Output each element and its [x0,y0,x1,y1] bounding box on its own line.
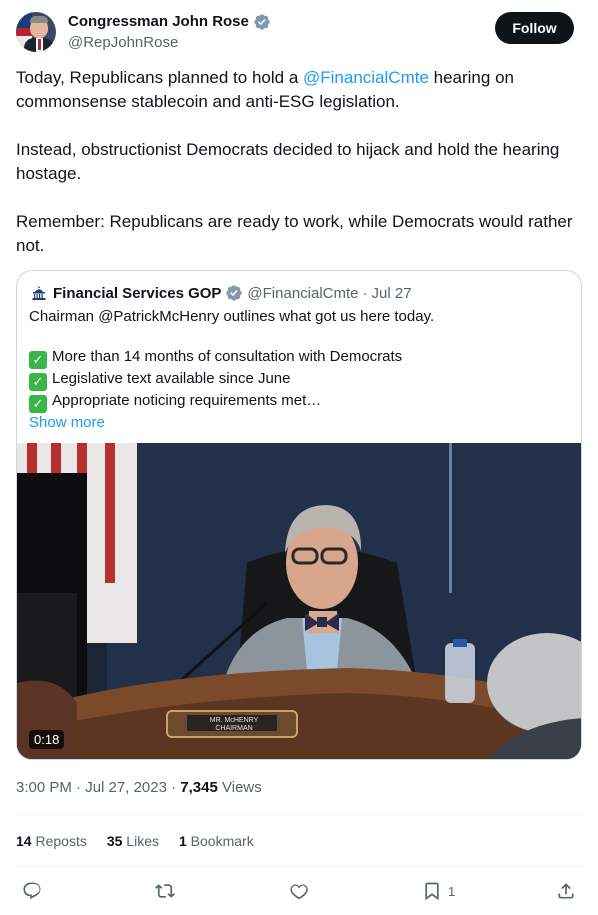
checklist-item-text: Legislative text available since June [52,370,291,387]
tweet-meta: 3:00 PM · Jul 27, 2023 · 7,345 Views [16,778,262,798]
tweet-paragraph-1: Today, Republicans planned to hold a @Fi… [16,66,586,114]
divider [16,814,582,815]
nameplate-name: MR. McHENRY [209,717,259,724]
nameplate-title: CHAIRMAN [215,725,253,732]
bookmark-count: 1 [448,883,456,899]
tweet-text: Today, Republicans planned to hold a @Fi… [16,66,586,258]
checklist-item-text: Appropriate noticing requirements met… [52,392,322,409]
engagement-stats: 14 Reposts 35 Likes 1 Bookmark [16,831,254,851]
tweet-date[interactable]: Jul 27, 2023 [85,779,167,796]
quoted-tweet-text: Chairman @PatrickMcHenry outlines what g… [29,307,569,433]
bookmark-button[interactable]: 1 [422,880,455,902]
reposts-label: Reposts [35,833,87,849]
quoted-line-1: Chairman @PatrickMcHenry outlines what g… [29,308,435,325]
like-button[interactable] [289,880,309,902]
capitol-icon [29,283,49,303]
bookmark-icon [425,882,439,901]
separator-dot: · [362,284,368,302]
tweet-paragraph-2: Instead, obstructionist Democrats decide… [16,140,560,183]
reply-icon [23,882,41,900]
action-bar: 1 [16,878,582,906]
reposts-stat[interactable]: 14 Reposts [16,831,87,851]
divider [16,866,582,867]
author-name-block: Congressman John Rose @RepJohnRose [68,12,271,53]
video-frame [17,443,581,759]
checklist-item: ✓ More than 14 months of consultation wit… [29,347,569,369]
likes-label: Likes [126,833,159,849]
checklist-item: ✓ Legislative text available since June [29,369,569,391]
bookmarks-stat[interactable]: 1 Bookmark [179,831,254,851]
reposts-count: 14 [16,833,32,849]
video-duration: 0:18 [29,730,65,749]
quoted-author-display-name[interactable]: Financial Services GOP [53,285,221,302]
check-mark-icon: ✓ [29,373,47,391]
share-icon [558,883,574,899]
quoted-author-handle[interactable]: @FinancialCmte [247,285,358,302]
check-mark-icon: ✓ [29,395,47,413]
author-display-name-text[interactable]: Congressman John Rose [68,12,249,32]
quoted-author-avatar[interactable] [29,283,49,303]
heart-icon [290,884,308,900]
bookmarks-label: Bookmark [190,833,254,849]
quoted-tweet-header: Financial Services GOP @FinancialCmte · … [29,283,412,303]
check-mark-icon: ✓ [29,351,47,369]
author-avatar[interactable] [16,12,56,52]
repost-button[interactable] [155,880,175,902]
likes-count: 35 [106,833,123,849]
separator-dot: · [76,779,82,796]
bookmarks-count: 1 [178,833,187,849]
quoted-tweet-date[interactable]: Jul 27 [372,285,412,302]
share-button[interactable] [556,880,576,902]
tweet-time[interactable]: 3:00 PM [16,779,72,796]
likes-stat[interactable]: 35 Likes [107,831,159,851]
repost-icon [155,884,175,898]
follow-button[interactable]: Follow [495,12,574,44]
author-handle[interactable]: @RepJohnRose [68,33,271,53]
tweet-header: Congressman John Rose @RepJohnRose Follo… [16,12,582,56]
views-count: 7,345 [180,779,218,796]
video-player[interactable]: MR. McHENRY CHAIRMAN 0:18 [17,443,581,759]
checklist-item: ✓ Appropriate noticing requirements met… [29,391,569,413]
views-label: Views [222,779,262,796]
quoted-tweet[interactable]: Financial Services GOP @FinancialCmte · … [16,270,582,760]
separator-dot: · [171,779,177,796]
verified-badge-icon [254,14,270,30]
author-display-name[interactable]: Congressman John Rose [68,12,271,32]
checklist-item-text: More than 14 months of consultation with… [52,348,403,365]
reply-button[interactable] [22,880,42,902]
verified-badge-icon [226,285,243,301]
tweet-paragraph-3: Remember: Republicans are ready to work,… [16,212,573,255]
mention-link-financialcmte[interactable]: @FinancialCmte [303,68,429,87]
show-more-link[interactable]: Show more [29,413,569,433]
tweet-text-segment: Today, Republicans planned to hold a [16,68,303,87]
nameplate: MR. McHENRY CHAIRMAN [191,717,277,733]
